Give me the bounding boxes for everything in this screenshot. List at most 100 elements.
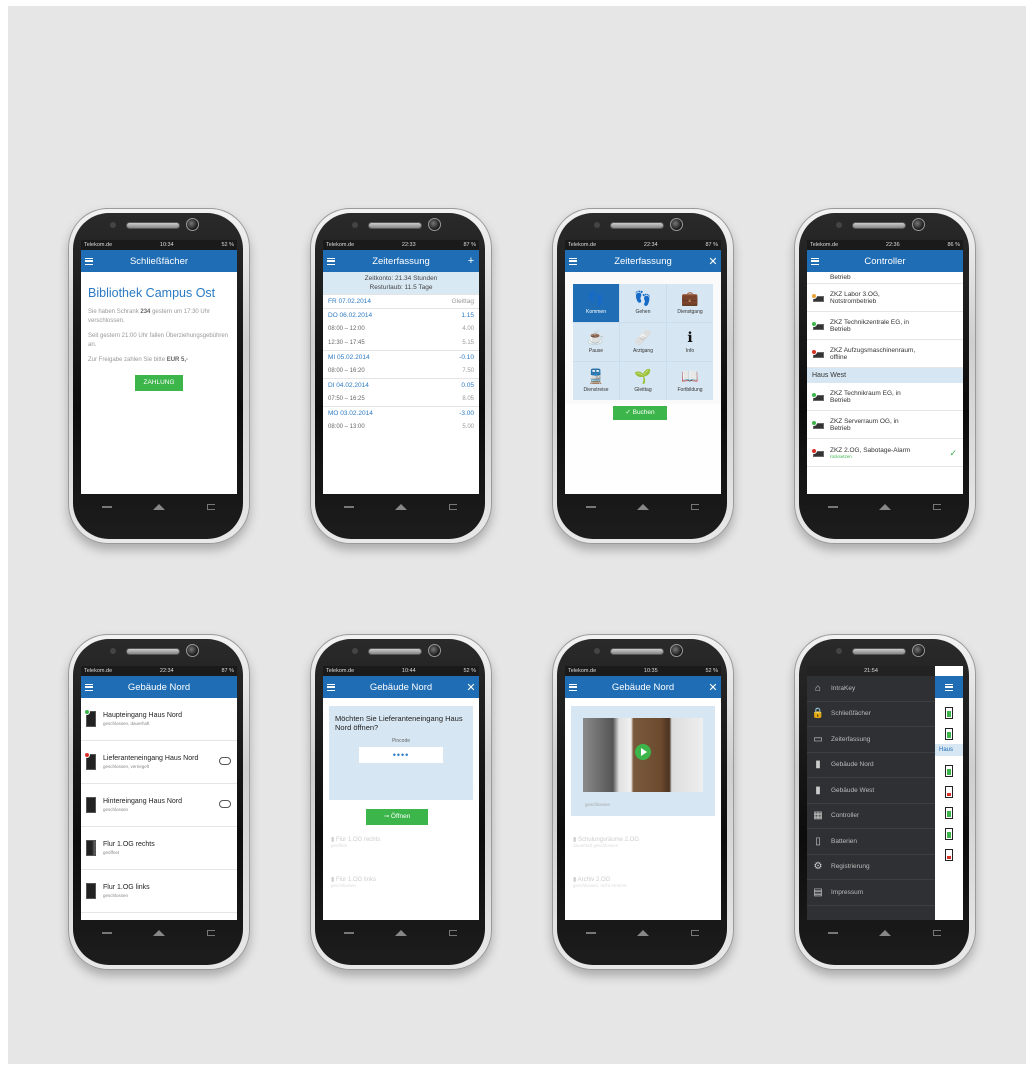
time-row[interactable]: 08:00 – 16:20 7.50 [323, 364, 479, 378]
add-button[interactable]: + [463, 255, 479, 267]
tile-dienstreise[interactable]: 🚆 Dienstreise [573, 362, 619, 400]
drawer-item-registrierung[interactable]: ⚙ Registrierung [807, 855, 935, 880]
back-button[interactable] [342, 929, 356, 937]
phone-building-north: Telekom.de 22:34 87 % Gebäude Nord Haupt… [68, 634, 250, 970]
menu-button[interactable] [565, 683, 581, 691]
drawer-item-gebäude-west[interactable]: ▮ Gebäude West [807, 778, 935, 804]
drawer-item-controller[interactable]: ▦ Controller [807, 804, 935, 829]
speaker-grille [126, 222, 180, 229]
tile-dienstgang[interactable]: 💼 Dienstgang [667, 284, 713, 322]
controller-item[interactable]: ZKZ Technikzentrale EG, in Betrieb [807, 312, 963, 340]
back-button[interactable] [584, 929, 598, 937]
home-button[interactable] [152, 929, 166, 937]
day-row[interactable]: FR 07.02.2014 Gleittag [323, 294, 479, 308]
menu-icon [945, 683, 953, 691]
door-item[interactable]: Flur 1.OG links geschlossen [81, 870, 237, 913]
menu-button[interactable] [323, 257, 339, 265]
menu-icon [327, 683, 335, 691]
day-row[interactable]: DI 04.02.2014 0.05 [323, 378, 479, 392]
home-button[interactable] [394, 503, 408, 511]
door-item[interactable]: Lieferanteneingang Haus Nord geschlossen,… [81, 741, 237, 784]
tile-fortbildung[interactable]: 📖 Fortbildung [667, 362, 713, 400]
close-icon[interactable]: ✕ [705, 681, 721, 694]
time-row[interactable]: 12:30 – 17:45 5.15 [323, 336, 479, 350]
drawer-item-batterien[interactable]: ▯ Batterien [807, 829, 935, 855]
home-button[interactable] [394, 929, 408, 937]
recents-button[interactable] [930, 503, 944, 511]
drawer-item-label: Batterien [831, 837, 858, 845]
day-date: DO 06.02.2014 [328, 312, 373, 319]
recents-button[interactable] [446, 503, 460, 511]
home-button[interactable] [636, 503, 650, 511]
drawer-item-intrakey[interactable]: ⌂ IntraKey [807, 676, 935, 702]
time-row[interactable]: 08:00 – 12:00 4.00 [323, 322, 479, 336]
time-row[interactable]: 07:50 – 16:25 8.05 [323, 392, 479, 406]
menu-button[interactable] [565, 257, 581, 265]
pincode-input[interactable]: •••• [359, 747, 443, 763]
home-button[interactable] [878, 503, 892, 511]
recents-button[interactable] [204, 503, 218, 511]
menu-button[interactable] [323, 683, 339, 691]
overdue-message: Seit gestern 21:00 Uhr fallen Überziehun… [88, 333, 229, 348]
close-icon[interactable]: ✕ [705, 255, 721, 268]
alarm-item[interactable]: ZKZ 2.OG, Sabotage-Alarm rücksetzen ✓ [807, 439, 963, 467]
menu-icon [85, 257, 93, 265]
drawer-item-impressum[interactable]: ▤ Impressum [807, 880, 935, 906]
door-item[interactable]: Flur 1.OG rechts geöffnet [81, 827, 237, 870]
back-button[interactable] [826, 929, 840, 937]
menu-button[interactable] [81, 683, 97, 691]
menu-button[interactable] [807, 257, 823, 265]
controller-name: ZKZ Labor 3.OG, [830, 290, 880, 298]
drawer-item-zeiterfassung[interactable]: ▭ Zeiterfassung [807, 727, 935, 753]
tile-gehen[interactable]: 👣 Gehen [620, 284, 666, 322]
tile-arztgang[interactable]: 🩹 Arztgang [620, 323, 666, 361]
recents-button[interactable] [204, 929, 218, 937]
tile-gleittag[interactable]: 🌱 Gleittag [620, 362, 666, 400]
back-button[interactable] [826, 503, 840, 511]
home-button[interactable] [878, 929, 892, 937]
recents-button[interactable] [446, 929, 460, 937]
door-item[interactable]: Haupteingang Haus Nord geschlossen, dauer… [81, 698, 237, 741]
tile-info[interactable]: ℹ Info [667, 323, 713, 361]
day-row[interactable]: MO 03.02.2014 -3.00 [323, 406, 479, 420]
controller-item[interactable]: ZKZ Serverraum OG, in Betrieb [807, 411, 963, 439]
day-row[interactable]: DO 06.02.2014 1.15 [323, 308, 479, 322]
drawer-item-gebäude-nord[interactable]: ▮ Gebäude Nord [807, 753, 935, 778]
play-icon[interactable] [635, 744, 651, 760]
payment-button[interactable]: ZAHLUNG [135, 374, 183, 391]
controller-name: ZKZ Technikraum EG, in [830, 389, 901, 397]
menu-button[interactable] [935, 676, 963, 698]
day-row[interactable]: MI 05.02.2014 -0.10 [323, 350, 479, 364]
check-icon[interactable]: ✓ [949, 448, 957, 459]
back-button[interactable] [342, 503, 356, 511]
recents-button[interactable] [930, 929, 944, 937]
home-button[interactable] [636, 929, 650, 937]
key-icon[interactable] [219, 800, 231, 808]
system-nav [323, 496, 479, 518]
menu-button[interactable] [81, 257, 97, 265]
controller-item[interactable]: ZKZ Aufzugsmaschinenraum, offline [807, 340, 963, 368]
recents-button[interactable] [688, 929, 702, 937]
time-row[interactable]: 08:00 – 13:00 5.00 [323, 420, 479, 434]
drawer-item-schließfächer[interactable]: 🔒 Schließfächer [807, 702, 935, 727]
open-button[interactable]: ⊸ Öffnen [366, 809, 428, 825]
book-button[interactable]: ✓ Buchen [613, 406, 667, 420]
key-icon[interactable] [219, 757, 231, 765]
page-title: Gebäude Nord [369, 681, 433, 693]
controller-item[interactable]: ZKZ Technikraum EG, in Betrieb [807, 383, 963, 411]
back-button[interactable] [100, 503, 114, 511]
home-button[interactable] [152, 503, 166, 511]
back-button[interactable] [584, 503, 598, 511]
camera-icon [428, 644, 441, 657]
time-range: 12:30 – 17:45 [328, 340, 365, 346]
close-icon[interactable]: ✕ [463, 681, 479, 694]
back-button[interactable] [100, 929, 114, 937]
tile-kommen[interactable]: 👣 Kommen [573, 284, 619, 322]
reset-link[interactable]: rücksetzen [830, 454, 910, 459]
phone-timesheet: Telekom.de 22:33 87 % Zeiterfassung + Ze… [310, 208, 492, 544]
controller-item[interactable]: ZKZ Labor 3.OG, Notstrombetrieb [807, 284, 963, 312]
recents-button[interactable] [688, 503, 702, 511]
list-item[interactable]: Betrieb [807, 272, 963, 284]
door-item[interactable]: Hintereingang Haus Nord geschlossen [81, 784, 237, 827]
tile-pause[interactable]: ☕ Pause [573, 323, 619, 361]
